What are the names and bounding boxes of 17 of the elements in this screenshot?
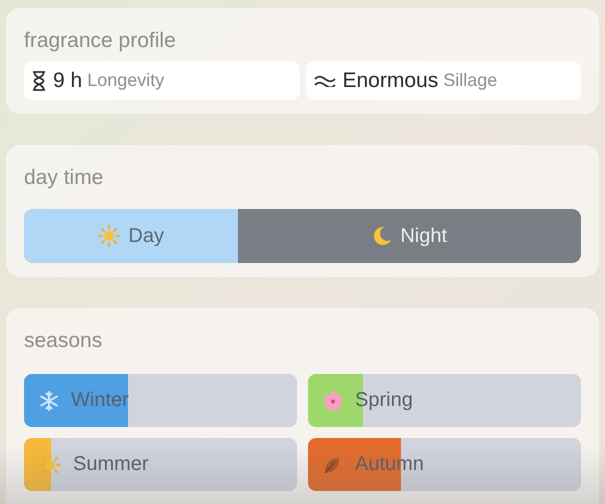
- snowflake-icon: [39, 390, 59, 410]
- section-title: day time: [24, 165, 104, 191]
- sun-icon: [39, 454, 61, 476]
- segment-label: Night: [400, 224, 448, 248]
- sun-icon: [98, 225, 120, 247]
- section-title: fragrance profile: [24, 28, 177, 54]
- flower-icon: [323, 390, 343, 410]
- stat-value: 9 h: [53, 68, 82, 92]
- moon-icon: [372, 226, 392, 246]
- section-title: seasons: [24, 328, 104, 354]
- stat-value: Enormous: [342, 68, 438, 92]
- waves-icon: [314, 74, 336, 86]
- stat-label: Sillage: [443, 70, 498, 91]
- season-label: Summer: [73, 453, 149, 476]
- segment-label: Day: [128, 224, 164, 248]
- stat-label: Longevity: [87, 70, 164, 91]
- hourglass-icon: [32, 70, 46, 90]
